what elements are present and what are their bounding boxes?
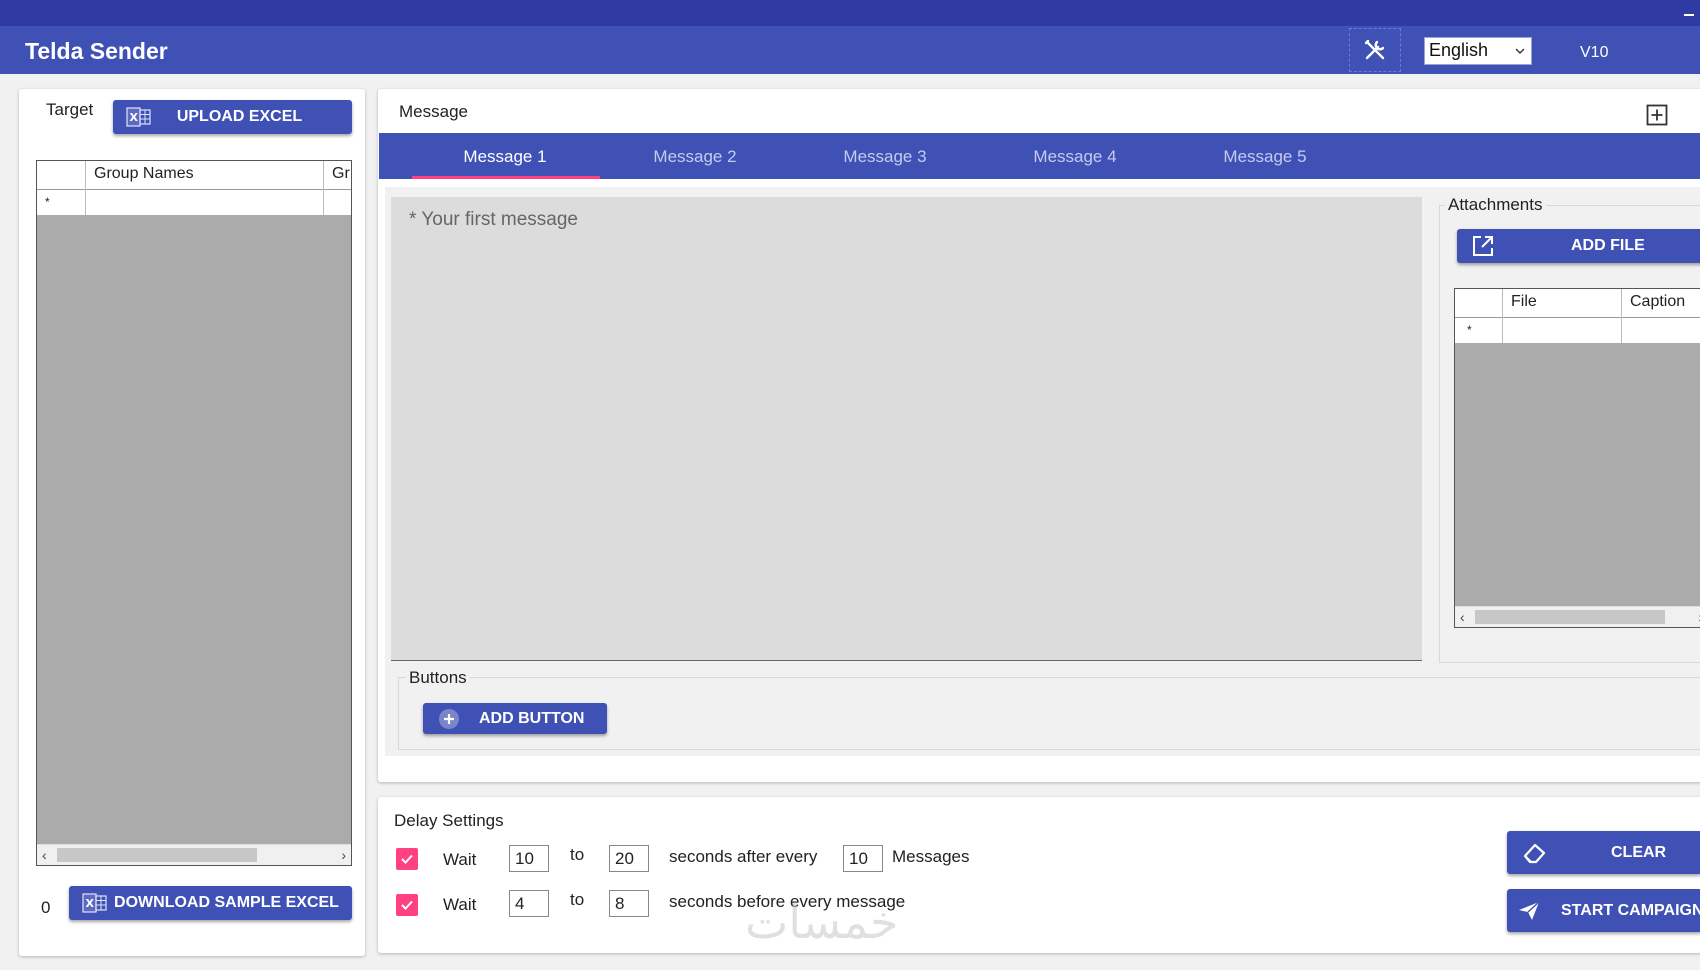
target-grid[interactable]: Group Names Gr * ‹ › xyxy=(36,160,352,866)
grid-empty-area xyxy=(1455,343,1700,607)
message-placeholder: * Your first message xyxy=(409,209,578,230)
to-label: to xyxy=(570,845,585,864)
scroll-left-icon[interactable]: ‹ xyxy=(1460,607,1465,627)
table-cell[interactable] xyxy=(324,189,351,215)
tab-message-1[interactable]: Message 1 xyxy=(430,147,580,167)
row-count: 0 xyxy=(41,898,51,917)
add-file-button[interactable]: ADD FILE xyxy=(1457,229,1700,263)
chevron-down-icon xyxy=(1515,48,1525,54)
wait-after-min-input[interactable]: 10 xyxy=(509,845,549,872)
table-cell[interactable] xyxy=(1503,317,1622,343)
check-icon xyxy=(401,854,413,864)
to-label: to xyxy=(570,890,585,909)
svg-text:X: X xyxy=(130,111,139,124)
row-header-cell xyxy=(1455,289,1503,317)
upload-excel-label: UPLOAD EXCEL xyxy=(176,108,303,125)
seconds-after-label: seconds after every xyxy=(669,847,818,866)
scroll-right-icon[interactable]: › xyxy=(341,845,346,865)
new-row-marker: * xyxy=(37,189,86,215)
delay-settings-panel xyxy=(378,797,1700,953)
column-header-caption[interactable]: Caption xyxy=(1622,289,1700,317)
start-campaign-button[interactable]: START CAMPAIGN xyxy=(1507,889,1700,932)
send-icon xyxy=(1517,899,1541,923)
attachments-label: Attachments xyxy=(1445,195,1546,215)
messages-label: Messages xyxy=(892,847,970,866)
app-title: Telda Sender xyxy=(25,38,168,64)
attachments-grid[interactable]: File Caption * ‹ › xyxy=(1454,288,1700,628)
add-tab-icon[interactable] xyxy=(1646,104,1668,131)
every-messages-input[interactable]: 10 xyxy=(843,845,883,872)
table-cell[interactable] xyxy=(86,189,324,215)
wait-before-max-input[interactable]: 8 xyxy=(609,890,649,917)
eraser-icon xyxy=(1517,841,1553,865)
add-button-label: ADD BUTTON xyxy=(479,709,585,727)
new-row-marker: * xyxy=(1455,317,1503,343)
excel-icon: X xyxy=(121,106,157,128)
tab-message-5[interactable]: Message 5 xyxy=(1190,147,1340,167)
wait-after-checkbox[interactable] xyxy=(396,848,418,870)
grid-empty-area xyxy=(37,215,351,845)
excel-icon: X xyxy=(77,892,113,914)
column-header-group[interactable]: Gr xyxy=(324,161,351,189)
delay-settings-label: Delay Settings xyxy=(394,811,504,830)
add-file-label: ADD FILE xyxy=(1571,237,1645,254)
wait-label: Wait xyxy=(443,850,477,869)
plus-circle-icon xyxy=(431,707,467,731)
message-textarea[interactable] xyxy=(391,197,1422,661)
watermark-logo: خمسات xyxy=(745,895,899,949)
wait-after-max-input[interactable]: 20 xyxy=(609,845,649,872)
horizontal-scrollbar[interactable]: ‹ › xyxy=(1455,606,1700,627)
version-label: V10 xyxy=(1580,44,1609,61)
minimize-icon[interactable] xyxy=(1684,14,1694,16)
scrollbar-thumb[interactable] xyxy=(1475,610,1665,624)
language-select[interactable]: English xyxy=(1424,37,1532,65)
column-header-file[interactable]: File xyxy=(1503,289,1622,317)
add-button-button[interactable]: ADD BUTTON xyxy=(423,703,607,734)
window-top-strip xyxy=(0,0,1700,26)
active-tab-indicator xyxy=(412,176,600,179)
clear-button[interactable]: CLEAR xyxy=(1507,831,1700,874)
tab-message-3[interactable]: Message 3 xyxy=(810,147,960,167)
scrollbar-thumb[interactable] xyxy=(57,848,257,862)
target-label: Target xyxy=(46,100,94,119)
wait-label: Wait xyxy=(443,895,477,914)
download-sample-excel-label: DOWNLOAD SAMPLE EXCEL xyxy=(114,894,339,911)
table-cell[interactable] xyxy=(1622,317,1700,343)
message-label: Message xyxy=(399,102,468,121)
tab-message-2[interactable]: Message 2 xyxy=(620,147,770,167)
buttons-label: Buttons xyxy=(406,668,470,688)
svg-text:X: X xyxy=(86,897,95,910)
check-icon xyxy=(401,900,413,910)
download-sample-excel-button[interactable]: X DOWNLOAD SAMPLE EXCEL xyxy=(69,886,352,920)
external-link-icon xyxy=(1465,234,1501,258)
horizontal-scrollbar[interactable]: ‹ › xyxy=(37,844,351,865)
tools-icon[interactable] xyxy=(1349,28,1401,72)
language-value: English xyxy=(1429,40,1489,60)
upload-excel-button[interactable]: X UPLOAD EXCEL xyxy=(113,100,352,134)
start-campaign-label: START CAMPAIGN xyxy=(1561,901,1700,919)
wait-before-checkbox[interactable] xyxy=(396,894,418,916)
column-header-group-names[interactable]: Group Names xyxy=(86,161,324,189)
clear-label: CLEAR xyxy=(1611,843,1667,861)
tab-message-4[interactable]: Message 4 xyxy=(1000,147,1150,167)
wait-before-min-input[interactable]: 4 xyxy=(509,890,549,917)
scroll-left-icon[interactable]: ‹ xyxy=(42,845,47,865)
row-header-cell xyxy=(37,161,86,189)
